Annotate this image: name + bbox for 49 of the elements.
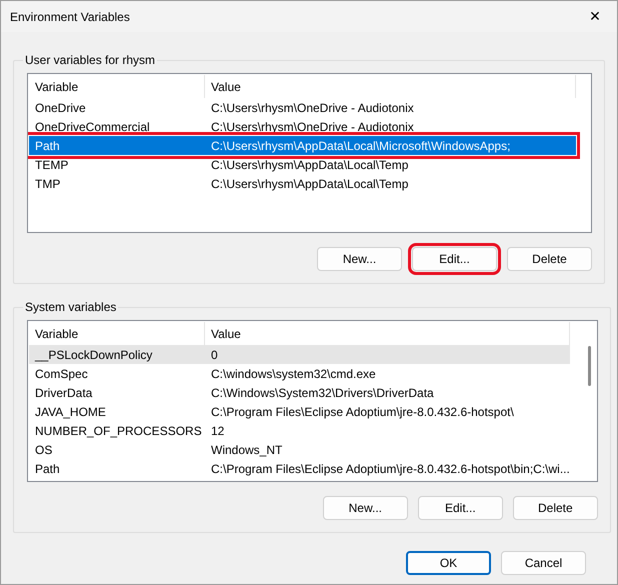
column-header[interactable]: Value: [205, 75, 576, 98]
variable-row[interactable]: TMP C:\Users\rhysm\AppData\Local\Temp: [29, 174, 576, 193]
window-title: Environment Variables: [10, 10, 130, 24]
variable-value: 0: [210, 348, 219, 362]
variable-name: JAVA_HOME: [34, 404, 107, 418]
action-button[interactable]: Edit...: [418, 496, 503, 520]
variable-value: C:\Program Files\Eclipse Adoptium\jre-8.0.432.6-hotspot\bin;C:\wi...: [210, 462, 570, 476]
variable-value: C:\Users\rhysm\OneDrive - Audiotonix: [210, 100, 415, 114]
variable-name: NUMBER_OF_PROCESSORS: [34, 424, 203, 438]
variable-row[interactable]: Path C:\Program Files\Eclipse Adoptium\jre-8.0.432.6-hotspot\bin;C:\wi...: [29, 459, 570, 478]
variable-name: OS: [34, 442, 54, 456]
column-header[interactable]: Variable: [29, 75, 205, 98]
action-button[interactable]: Delete: [512, 496, 598, 520]
variable-value: Windows_NT: [210, 442, 284, 456]
dialog-button[interactable]: Cancel: [501, 551, 586, 575]
variable-name: OneDriveCommercial: [34, 120, 151, 134]
variable-row[interactable]: __PSLockDownPolicy 0: [29, 345, 570, 364]
action-button[interactable]: New...: [322, 496, 408, 520]
variable-row[interactable]: Path C:\Users\rhysm\AppData\Local\Microsoft\WindowsApps;: [29, 136, 576, 155]
variable-value: C:\Users\rhysm\OneDrive - Audiotonix: [210, 120, 415, 134]
variable-value: C:\Users\rhysm\AppData\Local\Temp: [210, 158, 410, 172]
variable-row[interactable]: OS Windows_NT: [29, 440, 570, 459]
action-button[interactable]: Delete: [507, 247, 592, 271]
variable-row[interactable]: ComSpec C:\windows\system32\cmd.exe: [29, 364, 570, 383]
variable-name: TEMP: [34, 158, 70, 172]
variable-value: C:\Program Files\Eclipse Adoptium\jre-8.0.432.6-hotspot\: [210, 404, 515, 418]
close-button[interactable]: ✕: [573, 1, 617, 32]
variable-row[interactable]: DriverData C:\Windows\System32\Drivers\DriverData: [29, 383, 570, 402]
action-button[interactable]: New...: [317, 247, 402, 271]
variable-value: C:\Users\rhysm\AppData\Local\Microsoft\WindowsApps;: [210, 138, 512, 152]
variable-value: C:\Windows\System32\Drivers\DriverData: [210, 386, 435, 400]
variable-row[interactable]: OneDriveCommercial C:\Users\rhysm\OneDrive - Audiotonix: [29, 117, 576, 136]
group-title: User variables for rhysm: [24, 53, 156, 67]
group-title: System variables: [24, 300, 118, 314]
variable-row[interactable]: JAVA_HOME C:\Program Files\Eclipse Adoptium\jre-8.0.432.6-hotspot\: [29, 402, 570, 421]
variable-name: TMP: [34, 176, 62, 190]
variable-value: 12: [210, 424, 226, 438]
variable-value: C:\Users\rhysm\AppData\Local\Temp: [210, 176, 410, 190]
variable-row[interactable]: TEMP C:\Users\rhysm\AppData\Local\Temp: [29, 155, 576, 174]
variable-name: OneDrive: [34, 100, 87, 114]
variable-name: Path: [34, 138, 61, 152]
variable-name: __PSLockDownPolicy: [34, 348, 154, 362]
variable-name: DriverData: [34, 386, 94, 400]
dialog-button[interactable]: OK: [406, 551, 491, 575]
variable-name: ComSpec: [34, 366, 89, 380]
variable-row[interactable]: OneDrive C:\Users\rhysm\OneDrive - Audiotonix: [29, 98, 576, 117]
variable-name: Path: [34, 462, 61, 476]
variable-row[interactable]: NUMBER_OF_PROCESSORS 12: [29, 421, 570, 440]
variable-value: C:\windows\system32\cmd.exe: [210, 366, 377, 380]
